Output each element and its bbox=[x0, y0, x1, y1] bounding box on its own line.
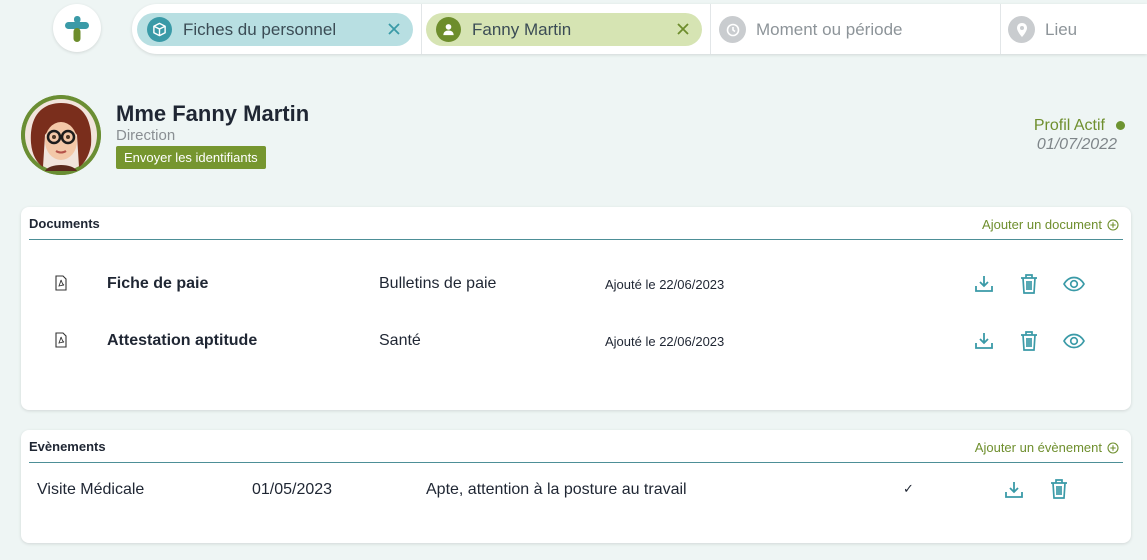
event-name: Visite Médicale bbox=[37, 481, 145, 498]
profile-role: Direction bbox=[116, 127, 176, 144]
filter-chip-person[interactable]: Fanny Martin bbox=[426, 13, 702, 46]
documents-card: Documents Ajouter un document Fiche de p… bbox=[21, 207, 1131, 410]
document-name: Attestation aptitude bbox=[107, 332, 258, 349]
filter-period[interactable]: Moment ou période bbox=[719, 13, 902, 46]
filter-chip-label: Fiches du personnel bbox=[183, 19, 337, 39]
filter-divider bbox=[421, 4, 422, 54]
filter-period-label: Moment ou période bbox=[756, 19, 903, 39]
app-logo[interactable] bbox=[53, 4, 101, 52]
pdf-file-icon bbox=[55, 332, 67, 348]
pdf-file-icon bbox=[55, 275, 67, 291]
plus-circle-icon bbox=[1107, 218, 1119, 231]
profile-status-date: 01/07/2022 bbox=[1036, 136, 1117, 153]
document-date: Ajouté le 22/06/2023 bbox=[605, 334, 725, 349]
status-dot bbox=[1116, 121, 1125, 130]
add-event-button[interactable]: Ajouter un évènement bbox=[975, 440, 1119, 455]
cube-icon bbox=[147, 17, 172, 42]
filter-divider bbox=[710, 4, 711, 54]
plus-circle-icon bbox=[1107, 441, 1119, 454]
documents-divider bbox=[29, 239, 1123, 240]
close-icon[interactable] bbox=[385, 19, 403, 39]
person-icon bbox=[436, 17, 461, 42]
filter-chip-personnel[interactable]: Fiches du personnel bbox=[137, 13, 413, 46]
document-name: Fiche de paie bbox=[107, 275, 209, 292]
filter-location[interactable]: Lieu bbox=[1008, 13, 1077, 46]
event-check-mark: ✓ bbox=[903, 481, 914, 496]
event-description: Apte, attention à la posture au travail bbox=[426, 481, 687, 498]
filter-divider bbox=[1000, 4, 1001, 54]
profile-status: Profil Actif bbox=[1033, 117, 1105, 134]
trash-icon[interactable] bbox=[1017, 271, 1041, 297]
add-document-label: Ajouter un document bbox=[982, 217, 1102, 232]
document-date: Ajouté le 22/06/2023 bbox=[605, 277, 725, 292]
events-divider bbox=[29, 462, 1123, 463]
eye-icon[interactable] bbox=[1062, 328, 1086, 354]
filter-chip-label: Fanny Martin bbox=[472, 19, 572, 39]
avatar bbox=[21, 95, 101, 175]
close-icon[interactable] bbox=[674, 19, 692, 39]
eye-icon[interactable] bbox=[1062, 271, 1086, 297]
document-category: Bulletins de paie bbox=[379, 275, 497, 292]
profile-name: Mme Fanny Martin bbox=[116, 101, 310, 126]
download-icon[interactable] bbox=[972, 328, 996, 354]
download-icon[interactable] bbox=[972, 271, 996, 297]
document-row: Attestation aptitude Santé Ajouté le 22/… bbox=[21, 326, 1131, 356]
add-document-button[interactable]: Ajouter un document bbox=[982, 217, 1119, 232]
events-title: Evènements bbox=[29, 439, 106, 454]
event-date: 01/05/2023 bbox=[252, 481, 333, 498]
trash-icon[interactable] bbox=[1047, 476, 1071, 502]
document-row: Fiche de paie Bulletins de paie Ajouté l… bbox=[21, 269, 1131, 299]
cross-logo-icon bbox=[65, 16, 89, 42]
send-credentials-button[interactable]: Envoyer les identifiants bbox=[116, 146, 266, 169]
clock-icon bbox=[719, 16, 746, 43]
top-bar: Fiches du personnel Fanny Martin Moment … bbox=[0, 0, 1147, 58]
add-event-label: Ajouter un évènement bbox=[974, 440, 1102, 455]
download-icon[interactable] bbox=[1002, 477, 1026, 503]
events-card: Evènements Ajouter un évènement Visite M… bbox=[21, 430, 1131, 543]
filter-bar: Fiches du personnel Fanny Martin Moment … bbox=[132, 4, 1147, 54]
documents-title: Documents bbox=[29, 216, 100, 231]
trash-icon[interactable] bbox=[1017, 328, 1041, 354]
map-pin-icon bbox=[1008, 16, 1035, 43]
document-category: Santé bbox=[379, 332, 421, 349]
filter-location-label: Lieu bbox=[1045, 19, 1078, 39]
